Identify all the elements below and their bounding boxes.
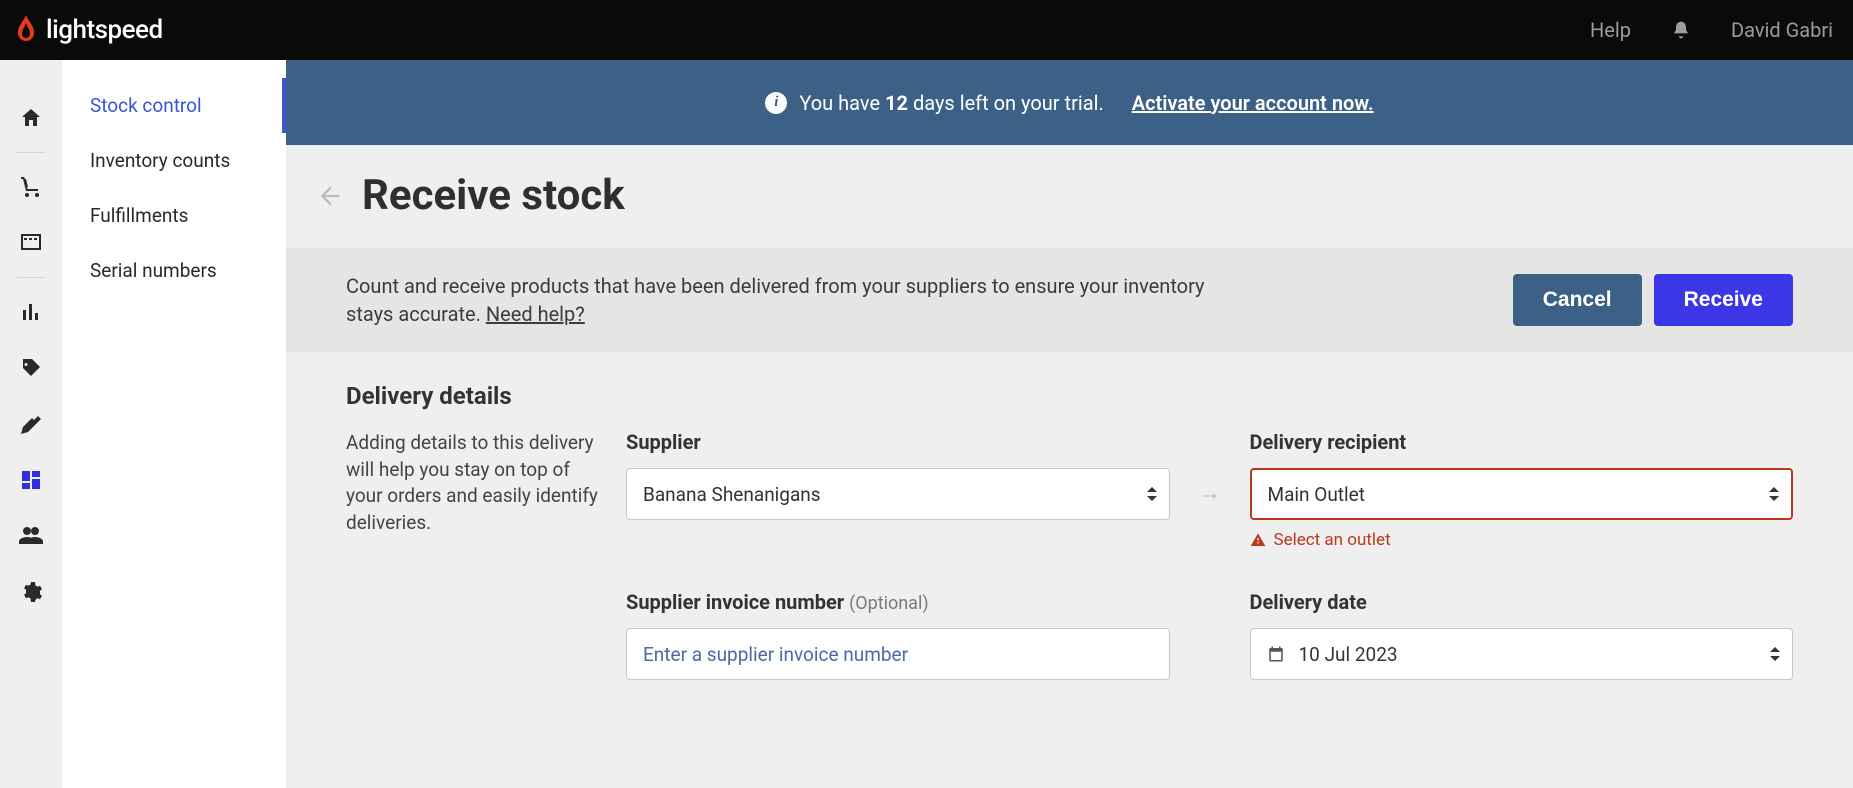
info-icon: i — [765, 92, 787, 114]
nav-tag-icon[interactable] — [0, 340, 62, 396]
recipient-select[interactable]: Main Outlet — [1250, 468, 1794, 520]
invoice-input[interactable]: Enter a supplier invoice number — [626, 628, 1170, 680]
invoice-label: Supplier invoice number (Optional) — [626, 590, 1170, 614]
chevron-updown-icon — [1147, 487, 1157, 501]
nav-tools-icon[interactable] — [0, 396, 62, 452]
help-link[interactable]: Help — [1590, 18, 1631, 42]
brand-name: lightspeed — [46, 15, 163, 45]
page-title: Receive stock — [362, 171, 625, 220]
icon-rail — [0, 60, 62, 788]
need-help-link[interactable]: Need help? — [486, 302, 585, 326]
divider — [17, 277, 45, 278]
invoice-field: Supplier invoice number (Optional) Enter… — [626, 590, 1170, 680]
supplier-field: Supplier Banana Shenanigans — [626, 430, 1170, 520]
notifications-icon[interactable] — [1671, 19, 1691, 41]
user-menu[interactable]: David Gabri — [1731, 18, 1833, 42]
section-help: Adding details to this delivery will hel… — [346, 430, 606, 536]
nav-settings-icon[interactable] — [0, 564, 62, 620]
chevron-updown-icon — [1770, 647, 1780, 661]
arrow-right-icon: → — [1190, 466, 1230, 518]
submenu-item-stock-control[interactable]: Stock control — [62, 78, 286, 133]
trial-message: You have 12 days left on your trial. — [799, 91, 1103, 115]
nav-reports-icon[interactable] — [0, 284, 62, 340]
warning-icon — [1250, 532, 1266, 548]
nav-catalog-icon[interactable] — [0, 215, 62, 271]
supplier-label: Supplier — [626, 430, 1170, 454]
flame-icon — [14, 15, 38, 45]
section-title: Delivery details — [346, 382, 1793, 410]
nav-inventory-icon[interactable] — [0, 452, 62, 508]
cancel-button[interactable]: Cancel — [1513, 274, 1642, 326]
calendar-icon — [1267, 645, 1285, 663]
nav-customers-icon[interactable] — [0, 508, 62, 564]
receive-button[interactable]: Receive — [1654, 274, 1793, 326]
recipient-field: Delivery recipient Main Outlet Select an… — [1250, 430, 1794, 550]
recipient-label: Delivery recipient — [1250, 430, 1794, 454]
logo[interactable]: lightspeed — [14, 15, 163, 45]
page-description: Count and receive products that have bee… — [346, 272, 1226, 328]
date-label: Delivery date — [1250, 590, 1794, 614]
submenu-item-serial-numbers[interactable]: Serial numbers — [62, 243, 286, 298]
chevron-updown-icon — [1769, 487, 1779, 501]
trial-banner: i You have 12 days left on your trial. A… — [286, 60, 1853, 145]
divider — [17, 152, 45, 153]
date-input[interactable]: 10 Jul 2023 — [1250, 628, 1794, 680]
date-field: Delivery date 10 Jul 2023 — [1250, 590, 1794, 680]
submenu: Stock control Inventory counts Fulfillme… — [62, 60, 286, 788]
activate-link[interactable]: Activate your account now. — [1132, 91, 1374, 115]
nav-cart-icon[interactable] — [0, 159, 62, 215]
recipient-error: Select an outlet — [1250, 530, 1794, 550]
back-arrow-icon[interactable] — [316, 182, 344, 210]
nav-home-icon[interactable] — [0, 90, 62, 146]
submenu-item-fulfillments[interactable]: Fulfillments — [62, 188, 286, 243]
submenu-item-inventory-counts[interactable]: Inventory counts — [62, 133, 286, 188]
supplier-select[interactable]: Banana Shenanigans — [626, 468, 1170, 520]
